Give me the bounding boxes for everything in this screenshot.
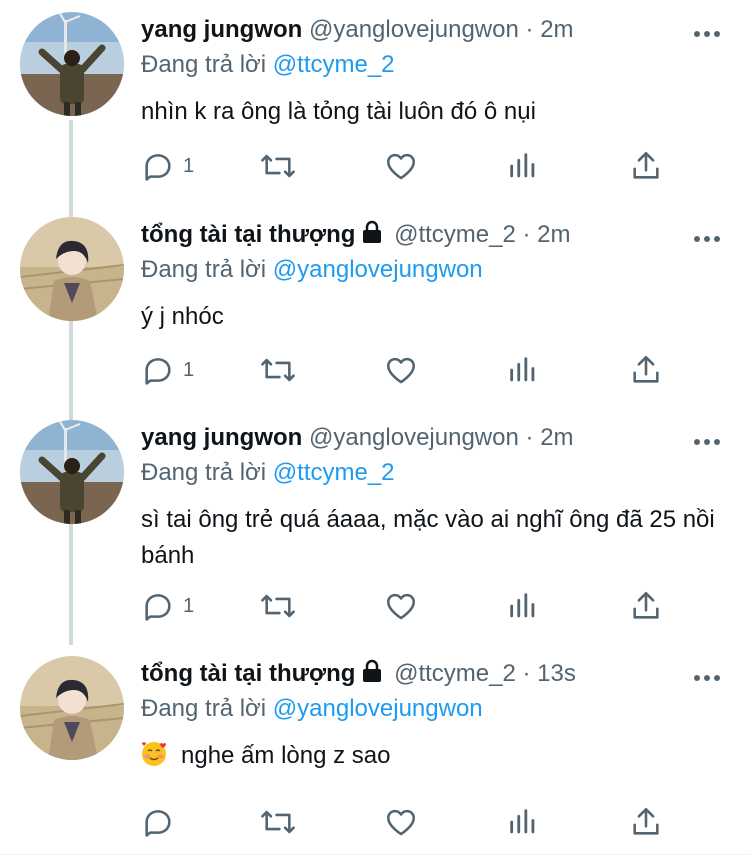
analytics-icon	[510, 593, 535, 618]
share-button[interactable]	[629, 350, 663, 390]
user-handle[interactable]: @yanglovejungwon	[309, 424, 519, 451]
views-button[interactable]	[506, 802, 540, 842]
separator-dot: ·	[525, 16, 534, 43]
reply-icon	[145, 358, 171, 385]
avatar[interactable]	[20, 656, 124, 760]
retweet-button[interactable]	[259, 802, 297, 842]
heart-icon	[386, 153, 416, 180]
like-button[interactable]	[384, 350, 418, 390]
like-button[interactable]	[384, 586, 418, 626]
action-bar: 1	[141, 350, 681, 390]
retweet-button[interactable]	[259, 350, 297, 390]
separator-dot: ·	[522, 221, 531, 248]
tweet-header: tổng tài tại thượng @ttcyme_2 · 2m	[141, 219, 690, 253]
reply-icon	[145, 154, 171, 181]
timestamp[interactable]: 2m	[540, 16, 573, 43]
replying-to: Đang trả lời @ttcyme_2	[141, 457, 395, 489]
replying-to: Đang trả lời @ttcyme_2	[141, 49, 395, 81]
timestamp[interactable]: 2m	[537, 221, 570, 248]
analytics-icon	[510, 809, 535, 834]
share-icon	[633, 355, 659, 383]
views-button[interactable]	[506, 146, 540, 186]
display-name[interactable]: tổng tài tại thượng	[141, 221, 355, 248]
replying-to-label: Đang trả lời	[141, 256, 267, 283]
heart-icon	[386, 357, 416, 384]
heart-icon	[386, 593, 416, 620]
replying-to: Đang trả lời @yanglovejungwon	[141, 693, 483, 725]
reply-button[interactable]	[141, 802, 183, 842]
retweet-icon	[261, 810, 295, 834]
separator-dot: ·	[525, 424, 534, 451]
display-name[interactable]: yang jungwon	[141, 16, 302, 43]
share-button[interactable]	[629, 146, 663, 186]
action-bar: 1	[141, 146, 681, 186]
tweet-header: yang jungwon @yanglovejungwon · 2m	[141, 14, 690, 46]
reply-button[interactable]: 1	[141, 146, 194, 186]
lock-icon	[361, 220, 383, 253]
mention-link[interactable]: @ttcyme_2	[273, 51, 395, 78]
more-icon[interactable]	[692, 434, 722, 445]
heart-icon	[386, 809, 416, 836]
views-button[interactable]	[506, 586, 540, 626]
retweet-icon	[261, 358, 295, 382]
tweet[interactable]: yang jungwon @yanglovejungwon · 2m Đang …	[0, 408, 750, 644]
tweet-header: yang jungwon @yanglovejungwon · 2m	[141, 422, 690, 454]
replying-to-label: Đang trả lời	[141, 459, 267, 486]
avatar[interactable]	[20, 420, 124, 524]
retweet-button[interactable]	[259, 146, 297, 186]
replying-to-label: Đang trả lời	[141, 51, 267, 78]
share-icon	[633, 591, 659, 619]
action-bar: 1	[141, 586, 681, 626]
retweet-icon	[261, 154, 295, 178]
like-button[interactable]	[384, 802, 418, 842]
smiling-face-with-hearts-icon	[141, 741, 167, 778]
avatar[interactable]	[20, 217, 124, 321]
tweet-text: nghe ấm lòng z sao	[141, 738, 731, 778]
tweet-text: sì tai ông trẻ quá áaaa, mặc vào ai nghĩ…	[141, 506, 715, 569]
mention-link[interactable]: @ttcyme_2	[273, 459, 395, 486]
analytics-icon	[510, 153, 535, 178]
user-handle[interactable]: @ttcyme_2	[394, 221, 516, 248]
display-name[interactable]: tổng tài tại thượng	[141, 660, 355, 687]
reply-button[interactable]: 1	[141, 350, 194, 390]
tweet-text-content: nghe ấm lòng z sao	[181, 742, 391, 769]
share-icon	[633, 151, 659, 179]
reply-icon	[145, 594, 171, 621]
more-icon[interactable]	[692, 231, 722, 242]
replying-to: Đang trả lời @yanglovejungwon	[141, 254, 483, 286]
reply-count: 1	[183, 358, 195, 381]
retweet-icon	[261, 594, 295, 618]
more-icon[interactable]	[692, 26, 722, 37]
separator-dot: ·	[522, 660, 531, 687]
reply-icon	[145, 810, 171, 837]
views-button[interactable]	[506, 350, 540, 390]
retweet-button[interactable]	[259, 586, 297, 626]
share-button[interactable]	[629, 586, 663, 626]
tweet[interactable]: tổng tài tại thượng @ttcyme_2 · 2m Đang …	[0, 205, 750, 405]
tweet-text: nhìn k ra ông là tỏng tài luôn đó ô nụi	[141, 98, 536, 125]
timestamp[interactable]: 13s	[537, 660, 576, 687]
display-name[interactable]: yang jungwon	[141, 424, 302, 451]
reply-button[interactable]: 1	[141, 586, 194, 626]
reply-count: 1	[183, 594, 195, 617]
avatar[interactable]	[20, 12, 124, 116]
user-handle[interactable]: @ttcyme_2	[394, 660, 516, 687]
share-button[interactable]	[629, 802, 663, 842]
more-icon[interactable]	[692, 670, 722, 681]
replying-to-label: Đang trả lời	[141, 695, 267, 722]
share-icon	[633, 807, 659, 835]
tweet[interactable]: tổng tài tại thượng @ttcyme_2 · 13s Đang…	[0, 644, 750, 854]
reply-count: 1	[183, 154, 195, 177]
tweet-header: tổng tài tại thượng @ttcyme_2 · 13s	[141, 658, 690, 692]
mention-link[interactable]: @yanglovejungwon	[273, 695, 483, 722]
action-bar	[141, 802, 681, 842]
mention-link[interactable]: @yanglovejungwon	[273, 256, 483, 283]
lock-icon	[361, 659, 383, 692]
analytics-icon	[510, 357, 535, 382]
like-button[interactable]	[384, 146, 418, 186]
timestamp[interactable]: 2m	[540, 424, 573, 451]
tweet[interactable]: yang jungwon @yanglovejungwon · 2m Đang …	[0, 0, 750, 200]
user-handle[interactable]: @yanglovejungwon	[309, 16, 519, 43]
tweet-text: ý j nhóc	[141, 303, 224, 330]
